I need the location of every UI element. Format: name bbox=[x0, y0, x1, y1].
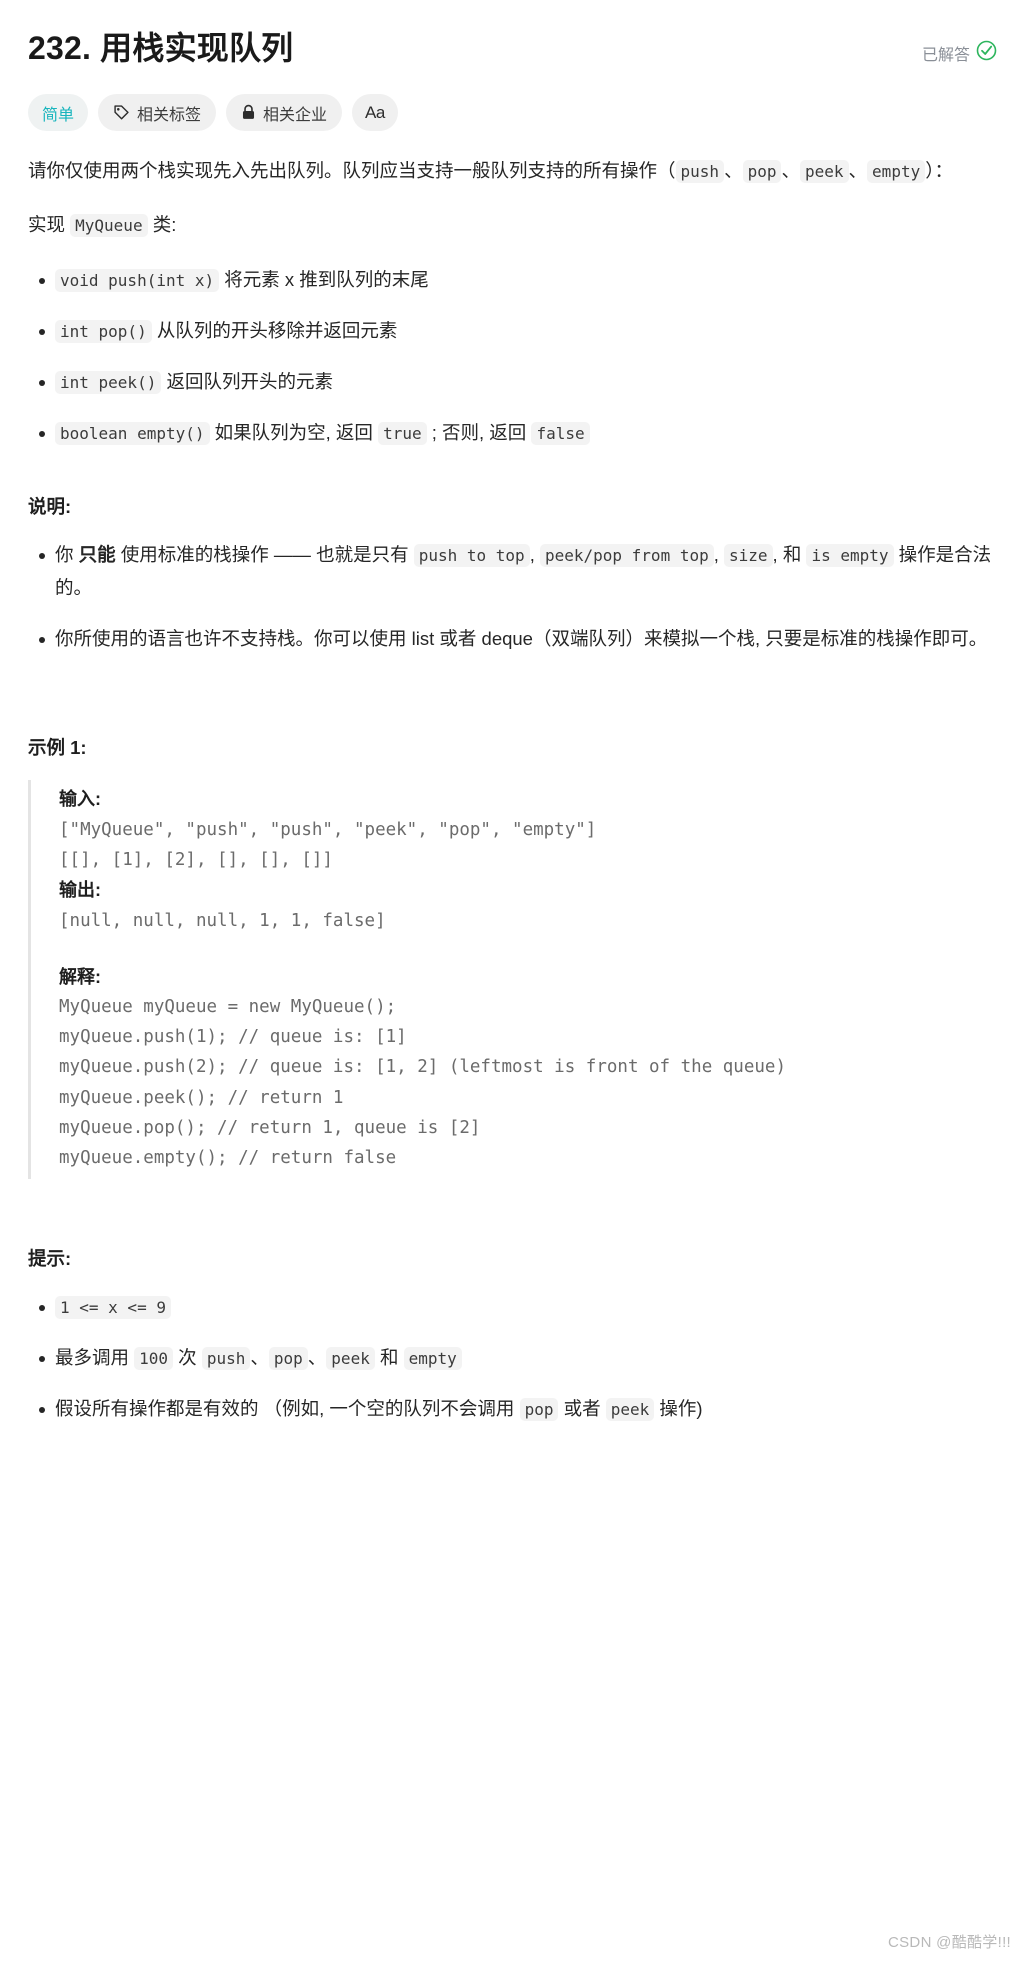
paren-close: ）： bbox=[925, 160, 953, 181]
list-item: 最多调用 100 次 push、 pop、 peek 和 empty bbox=[39, 1342, 997, 1375]
code-empty: empty bbox=[403, 1346, 462, 1370]
note-text-a: 你 bbox=[55, 544, 79, 566]
example-input-label: 输入: bbox=[59, 789, 101, 810]
method-list: void push(int x) 将元素 x 推到队列的末尾 int pop()… bbox=[28, 264, 997, 450]
tag-icon bbox=[113, 104, 130, 121]
hint-text-a: 最多调用 bbox=[55, 1346, 135, 1368]
implement-paragraph: 实现 MyQueue 类: bbox=[28, 209, 997, 241]
example-output-label: 输出: bbox=[59, 879, 101, 900]
example-heading: 示例 1: bbox=[28, 737, 87, 759]
code-peek: peek bbox=[326, 1346, 375, 1370]
code-push-to-top: push to top bbox=[413, 544, 530, 568]
hints-heading: 提示: bbox=[28, 1247, 72, 1269]
code-false: false bbox=[531, 421, 590, 445]
page-header: 232. 用栈实现队列 已解答 bbox=[28, 26, 997, 68]
font-size-icon: Aa bbox=[365, 102, 385, 122]
example-output-value: [null, null, null, 1, 1, false] bbox=[59, 910, 386, 931]
list-item: 假设所有操作都是有效的 （例如, 一个空的队列不会调用 pop 或者 peek … bbox=[39, 1393, 997, 1426]
list-item: int peek() 返回队列开头的元素 bbox=[39, 366, 997, 399]
font-size-button[interactable]: Aa bbox=[352, 94, 398, 131]
intro-text: 请你仅使用两个栈实现先入先出队列。队列应当支持一般队列支持的所有操作 bbox=[28, 160, 658, 181]
hint-constraint: 1 <= x <= 9 bbox=[55, 1295, 171, 1319]
code-100: 100 bbox=[134, 1346, 174, 1370]
list-item: void push(int x) 将元素 x 推到队列的末尾 bbox=[39, 264, 997, 297]
notes-heading: 说明: bbox=[28, 496, 72, 518]
page-title: 232. 用栈实现队列 bbox=[28, 30, 294, 66]
example-block: 输入: ["MyQueue", "push", "push", "peek", … bbox=[28, 780, 997, 1179]
list-item: 你 只能 使用标准的栈操作 —— 也就是只有 push to top, peek… bbox=[39, 539, 997, 605]
difficulty-label: 简单 bbox=[42, 106, 75, 124]
method-signature: int peek() bbox=[55, 370, 162, 394]
sep-2: 、 bbox=[781, 160, 800, 181]
code-is-empty: is empty bbox=[806, 544, 894, 568]
implement-prefix: 实现 bbox=[28, 214, 71, 236]
intro-paragraph: 请你仅使用两个栈实现先入先出队列。队列应当支持一般队列支持的所有操作（ push、… bbox=[28, 155, 997, 187]
note-text-b: 使用标准的栈操作 —— 也就是只有 bbox=[115, 544, 414, 566]
list-item: int pop() 从队列的开头移除并返回元素 bbox=[39, 315, 997, 348]
code-empty: empty bbox=[867, 160, 926, 183]
example-input-value: ["MyQueue", "push", "push", "peek", "pop… bbox=[59, 819, 597, 870]
problem-page: 232. 用栈实现队列 已解答 简单 相关标签 相关企业 Aa 请你仅使用两个栈… bbox=[0, 0, 1027, 1962]
hint-text-e: 和 bbox=[374, 1346, 404, 1368]
list-item: 你所使用的语言也许不支持栈。你可以使用 list 或者 deque（双端队列）来… bbox=[39, 623, 997, 656]
lock-icon bbox=[241, 104, 256, 121]
code-peek: peek bbox=[605, 1397, 655, 1421]
hint-text-b: 次 bbox=[173, 1346, 202, 1368]
note-sep-1: , bbox=[529, 544, 540, 566]
code-myqueue: MyQueue bbox=[70, 214, 148, 238]
difficulty-badge[interactable]: 简单 bbox=[28, 94, 89, 131]
method-description: 从队列的开头移除并返回元素 bbox=[156, 319, 398, 341]
code-pop: pop bbox=[519, 1397, 559, 1421]
sep-3: 、 bbox=[848, 160, 868, 181]
note-text-e: , 和 bbox=[772, 544, 807, 566]
note-text: 你所使用的语言也许不支持栈。你可以使用 list 或者 deque（双端队列）来… bbox=[55, 628, 988, 650]
hints-list: 1 <= x <= 9 最多调用 100 次 push、 pop、 peek 和 e… bbox=[28, 1291, 997, 1426]
note-sep-2: , bbox=[713, 544, 725, 566]
badge-row: 简单 相关标签 相关企业 Aa bbox=[28, 94, 997, 131]
example-explain-label: 解释: bbox=[59, 966, 101, 987]
problem-content: 请你仅使用两个栈实现先入先出队列。队列应当支持一般队列支持的所有操作（ push、… bbox=[28, 155, 997, 1426]
method-description-b: ; 否则, 返回 bbox=[426, 421, 532, 443]
method-description: 返回队列开头的元素 bbox=[166, 370, 333, 392]
status-badge: 已解答 bbox=[922, 26, 997, 66]
code-pop: pop bbox=[742, 160, 782, 183]
hint-sep-1: 、 bbox=[250, 1346, 269, 1368]
method-signature: boolean empty() bbox=[55, 421, 210, 445]
method-description-a: 如果队列为空, 返回 bbox=[214, 421, 379, 443]
related-tags-label: 相关标签 bbox=[137, 106, 202, 124]
code-size: size bbox=[724, 544, 773, 568]
list-item: boolean empty() 如果队列为空, 返回 true ; 否则, 返回… bbox=[39, 417, 997, 450]
sep-1: 、 bbox=[724, 160, 743, 181]
implement-suffix: 类: bbox=[147, 214, 177, 236]
method-signature: int pop() bbox=[55, 319, 152, 343]
hint-sep-2: 、 bbox=[307, 1346, 327, 1368]
hint-text-b: 或者 bbox=[558, 1397, 606, 1419]
code-pop: pop bbox=[268, 1346, 308, 1370]
solved-label: 已解答 bbox=[921, 47, 970, 64]
list-item: 1 <= x <= 9 bbox=[39, 1291, 997, 1324]
example-explain-value: MyQueue myQueue = new MyQueue(); myQueue… bbox=[59, 997, 786, 1168]
related-tags-button[interactable]: 相关标签 bbox=[98, 94, 217, 131]
code-peek-pop-from-top: peek/pop from top bbox=[539, 544, 714, 568]
paren-open: （ bbox=[657, 160, 676, 181]
related-companies-label: 相关企业 bbox=[263, 106, 328, 124]
code-true: true bbox=[378, 421, 427, 445]
code-push: push bbox=[201, 1346, 251, 1370]
code-push: push bbox=[675, 160, 725, 183]
code-peek: peek bbox=[800, 160, 849, 183]
hint-text-a: 假设所有操作都是有效的 （例如, 一个空的队列不会调用 bbox=[55, 1397, 520, 1419]
check-circle-icon bbox=[976, 40, 997, 66]
notes-list: 你 只能 使用标准的栈操作 —— 也就是只有 push to top, peek… bbox=[28, 539, 997, 656]
method-signature: void push(int x) bbox=[55, 268, 220, 292]
related-companies-button[interactable]: 相关企业 bbox=[226, 94, 343, 131]
hint-text-c: 操作) bbox=[654, 1397, 703, 1419]
method-description: 将元素 x 推到队列的末尾 bbox=[224, 268, 429, 290]
watermark: CSDN @酷酷学!!! bbox=[888, 1934, 1011, 1951]
note-emphasis: 只能 bbox=[78, 544, 116, 566]
